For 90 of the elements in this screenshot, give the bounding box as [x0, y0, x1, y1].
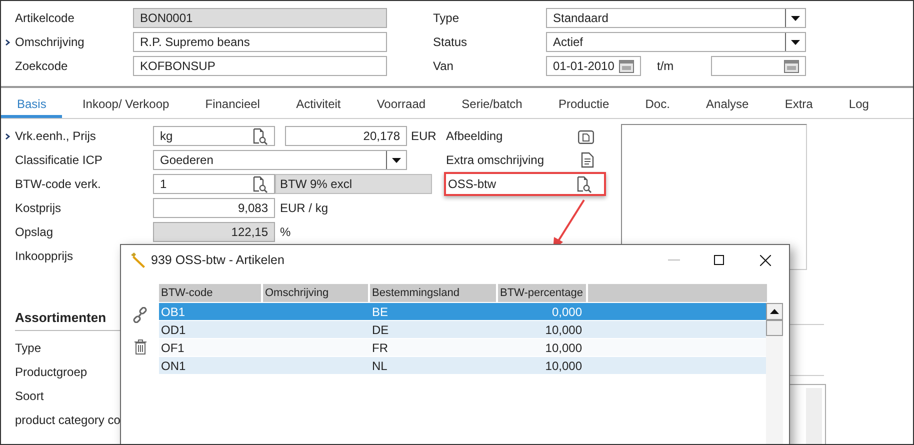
image-icon[interactable] [578, 128, 594, 144]
tab[interactable]: Extra [768, 92, 829, 118]
column-header[interactable]: BTW-percentage [498, 284, 586, 302]
table-cell-text: OD1 [160, 322, 187, 338]
chevron-icon [5, 132, 10, 140]
scroll-up-icon[interactable] [770, 309, 779, 314]
field-label: Type [433, 10, 460, 27]
unit-label: EUR / kg [280, 200, 328, 217]
document-search-icon[interactable] [576, 176, 592, 192]
table-cell-text: 0,000 [550, 304, 583, 320]
caret-icon [791, 16, 800, 20]
calendar-icon[interactable] [784, 59, 799, 73]
amount-field[interactable]: 20,178 [285, 126, 407, 146]
dropdown-field[interactable]: Standaard [546, 8, 806, 28]
window-title: 939 OSS-btw - Artikelen [151, 252, 284, 269]
scroll-thumb[interactable] [766, 320, 783, 336]
text-field[interactable]: KOFBONSUP [133, 56, 387, 76]
calendar-icon[interactable] [619, 59, 634, 73]
field-label: BTW-code verk. [15, 177, 101, 191]
field-label: Status [433, 34, 468, 51]
field-label: t/m [657, 58, 675, 75]
field-label: Inkoopprijs [15, 249, 74, 263]
field-label: Vrk.eenh., Prijs [15, 129, 96, 143]
field-label: Artikelcode [15, 11, 74, 25]
dropdown-field[interactable]: Goederen [153, 150, 407, 170]
trash-icon[interactable] [134, 339, 146, 355]
table-cell-text: 10,000 [544, 358, 583, 374]
table-row[interactable]: OD1 DE 10,000 [159, 321, 766, 338]
field-label: Productgroep [15, 364, 88, 380]
lookup-field[interactable]: 1 [153, 174, 275, 194]
field-label: Van [433, 58, 454, 75]
tab[interactable]: Voorraad [360, 92, 442, 118]
table-cell-text: OF1 [160, 340, 186, 356]
wrench-icon [129, 252, 147, 268]
link-label[interactable]: Extra omschrijving [446, 151, 544, 169]
table-cell-text: BE [371, 304, 390, 320]
tab[interactable]: Log [832, 92, 885, 118]
caret-icon [392, 158, 401, 162]
tab[interactable]: Inkoop/ Verkoop [66, 92, 186, 118]
date-field[interactable] [711, 56, 806, 76]
field-label: Opslag [15, 225, 54, 239]
unit-label: EUR [411, 128, 436, 145]
close-icon[interactable] [760, 254, 771, 266]
link-label[interactable]: Afbeelding [446, 127, 503, 145]
link-label[interactable]: OSS-btw [448, 175, 496, 193]
field-label: product category co [15, 412, 120, 428]
field-label: Kostprijs [15, 201, 62, 215]
scrollbar[interactable] [806, 388, 822, 444]
description-field: BTW 9% excl [275, 174, 432, 194]
maximize-icon[interactable] [714, 255, 724, 265]
table-cell-text: OB1 [160, 304, 186, 320]
tab[interactable]: Basis [1, 92, 62, 118]
table-cell-text: 10,000 [544, 322, 583, 338]
document-search-icon[interactable] [252, 176, 268, 192]
date-field[interactable]: 01-01-2010 [546, 56, 641, 76]
column-header[interactable]: Bestemmingsland [370, 284, 496, 302]
table-cell-text: FR [371, 340, 389, 356]
field-label: Omschrijving [15, 35, 84, 49]
tab[interactable]: Activiteit [280, 92, 357, 118]
column-header[interactable]: Omschrijving [263, 284, 368, 302]
field-label: Type [15, 340, 42, 356]
table-row[interactable]: OF1 FR 10,000 [159, 339, 766, 356]
document-search-icon[interactable] [252, 128, 268, 144]
scrollbar[interactable] [766, 303, 783, 444]
field-label: Soort [15, 388, 44, 404]
unit-label: % [280, 224, 291, 241]
tab[interactable]: Serie/batch [446, 92, 538, 118]
link-icon[interactable] [132, 307, 148, 323]
section-title: Assortimenten [15, 310, 106, 325]
number-field[interactable]: 9,083 [153, 198, 275, 218]
field-label: Zoekcode [15, 59, 68, 73]
table-cell-text: ON1 [160, 358, 187, 374]
tab[interactable]: Productie [542, 92, 626, 118]
table-cell-text: 10,000 [544, 340, 583, 356]
tab[interactable]: Analyse [690, 92, 765, 118]
document-icon[interactable] [581, 152, 594, 168]
dropdown-field[interactable]: Actief [546, 32, 806, 52]
chevron-icon [5, 38, 10, 46]
tab[interactable]: Doc. [629, 92, 686, 118]
lookup-field[interactable]: kg [153, 126, 275, 146]
text-field[interactable]: BON0001 [133, 8, 387, 28]
table-cell-text: NL [371, 358, 388, 374]
table-cell-text: DE [371, 322, 390, 338]
tab[interactable]: Financieel [189, 92, 276, 118]
number-field[interactable]: 122,15 [153, 222, 275, 242]
caret-icon [791, 40, 800, 44]
field-label: Classificatie ICP [15, 153, 102, 167]
column-header[interactable]: BTW-code [159, 284, 261, 302]
table-row[interactable]: ON1 NL 10,000 [159, 357, 766, 374]
text-field[interactable]: R.P. Supremo beans [133, 32, 387, 52]
